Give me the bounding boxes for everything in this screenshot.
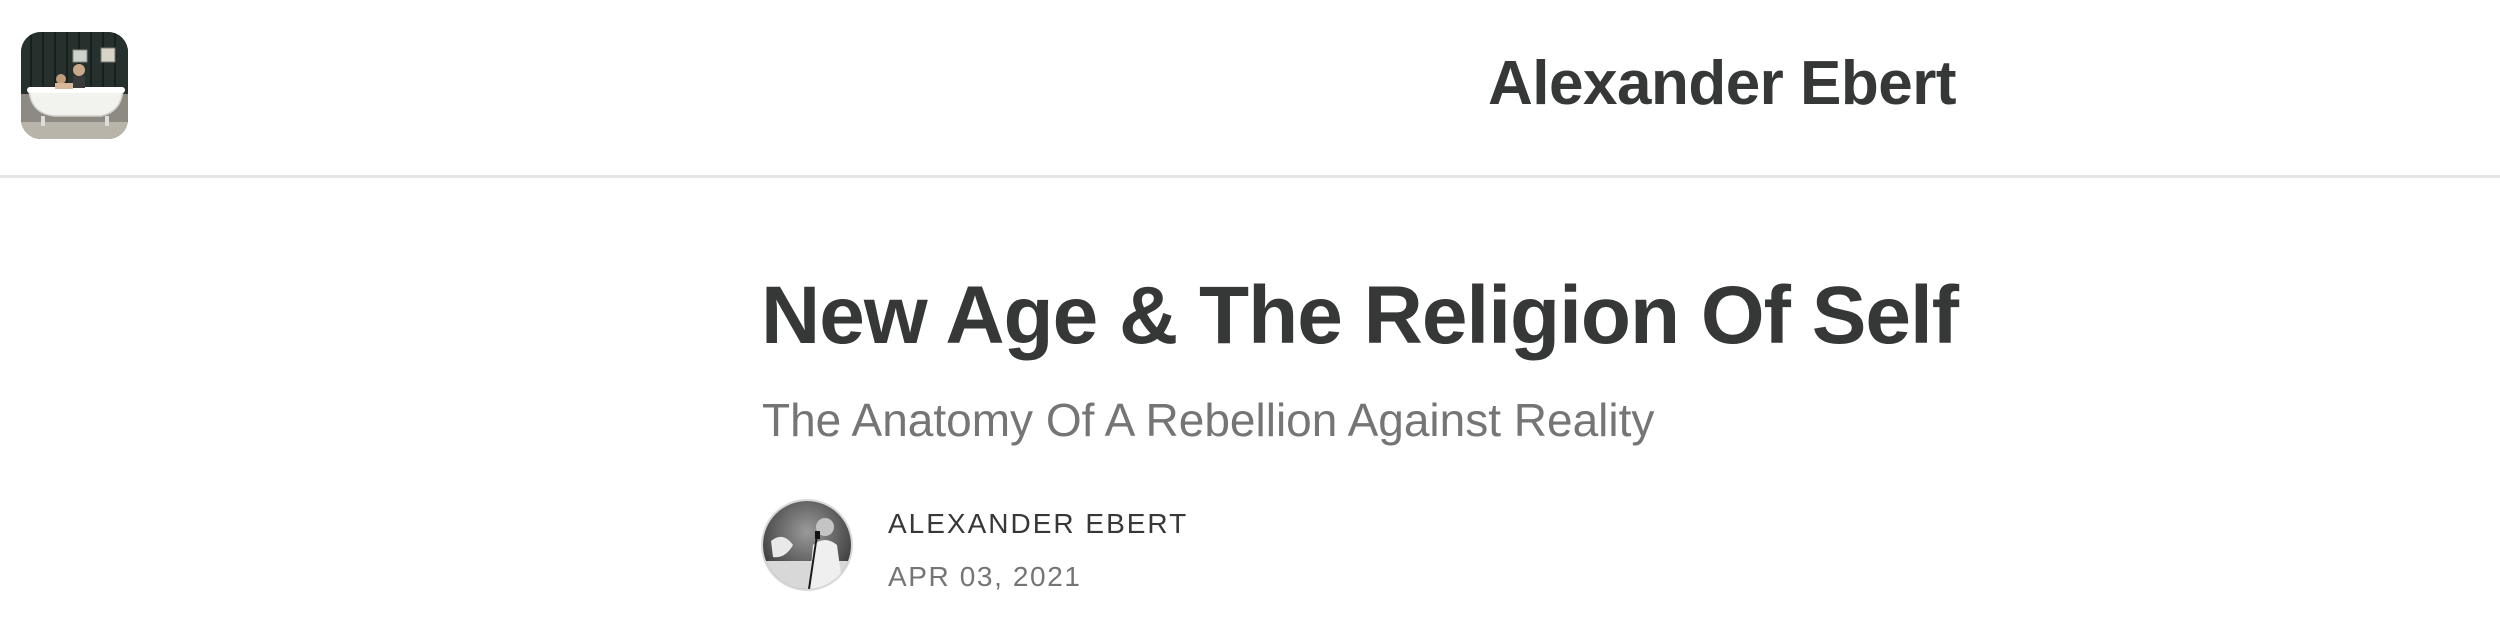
post-subtitle: The Anatomy Of A Rebellion Against Reali… [762,394,1655,446]
author-name-link[interactable]: ALEXANDER EBERT [888,507,1188,541]
author-photo-avatar-icon [763,501,851,589]
publication-logo[interactable] [21,32,128,139]
top-navigation-bar: Alexander Ebert [0,0,2500,178]
post-title: New Age & The Religion Of Self [761,270,1959,361]
publication-name[interactable]: Alexander Ebert [1488,46,1957,122]
post-date: APR 03, 2021 [888,561,1082,592]
bathtub-photo-logo-icon [21,32,128,139]
author-avatar[interactable] [761,499,853,591]
post-byline: ALEXANDER EBERT APR 03, 2021 [760,499,1660,599]
